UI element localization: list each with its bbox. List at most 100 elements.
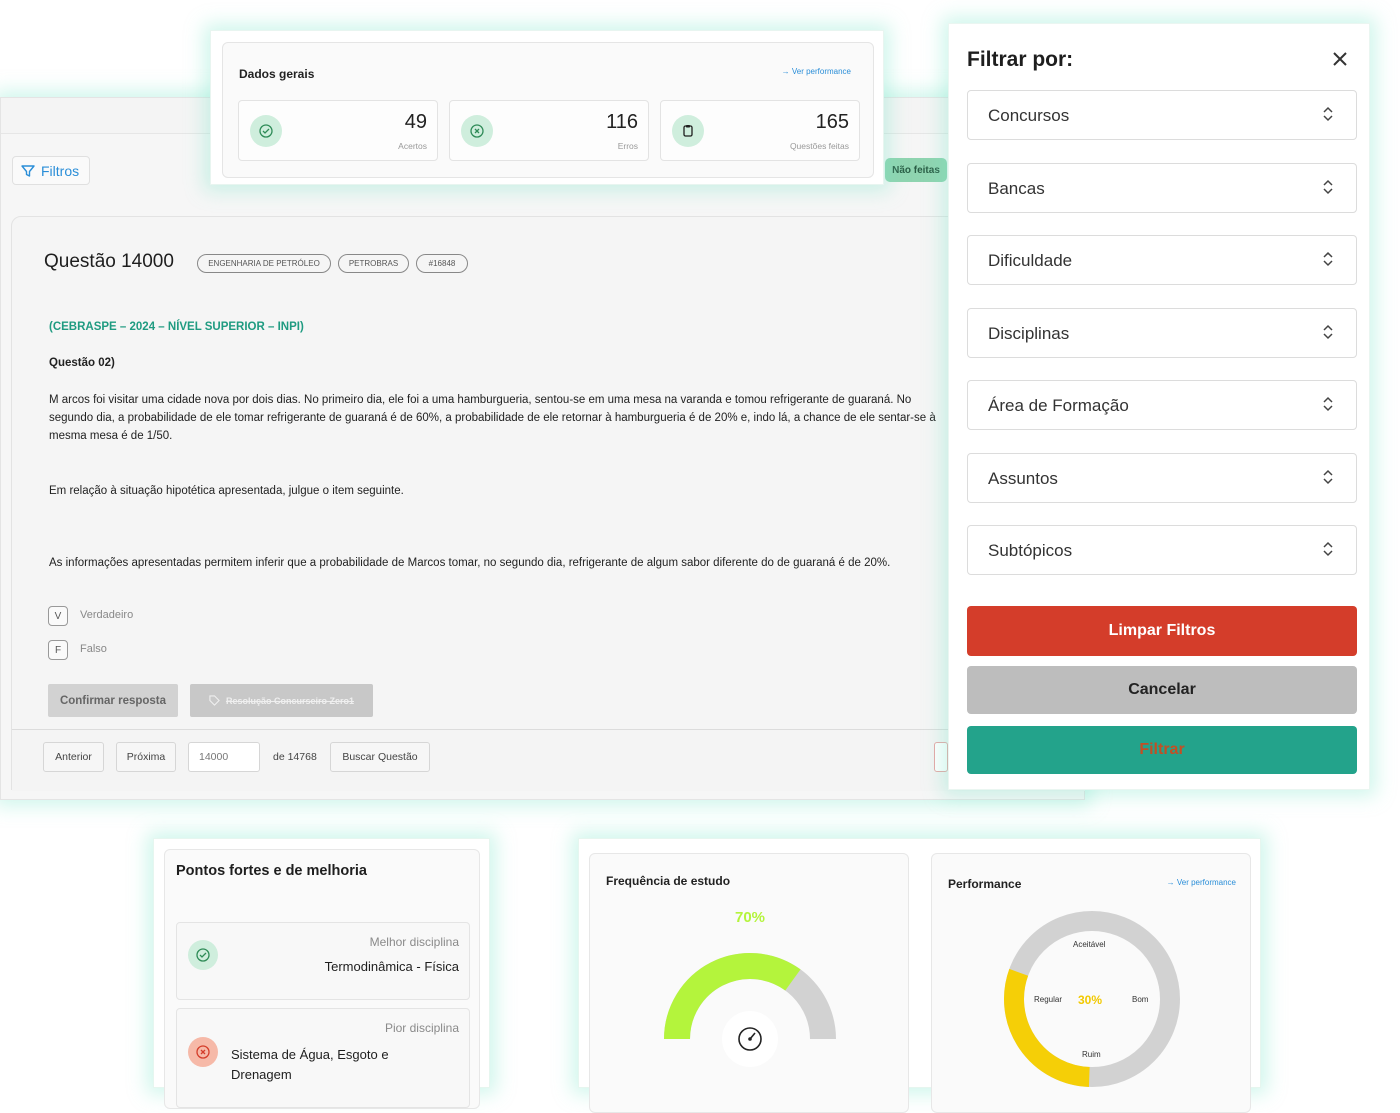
- best-discipline-box: Melhor disciplina Termodinâmica - Física: [176, 922, 470, 1000]
- filter-select-label: Dificuldade: [988, 251, 1073, 270]
- view-performance-link[interactable]: → Ver performance: [782, 67, 851, 76]
- question-tag-area: ENGENHARIA DE PETRÓLEO: [197, 254, 331, 273]
- filter-select[interactable]: Concursos: [967, 90, 1357, 140]
- chevron-up-down-icon: [1323, 396, 1333, 412]
- strengths-window: Pontos fortes e de melhoria Melhor disci…: [153, 838, 490, 1109]
- option-false-box[interactable]: F: [48, 640, 68, 660]
- filter-select-label: Bancas: [988, 178, 1045, 198]
- best-discipline-caption: Melhor disciplina: [369, 935, 459, 949]
- performance-label-bottom: Ruim: [1082, 1050, 1101, 1059]
- question-source: (CEBRASPE – 2024 – NÍVEL SUPERIOR – INPI…: [49, 321, 304, 333]
- question-number-input[interactable]: [188, 742, 260, 772]
- question-title: Questão 14000: [44, 251, 174, 272]
- tag-icon: [209, 695, 220, 706]
- cancel-button[interactable]: Cancelar: [967, 666, 1357, 714]
- filter-select[interactable]: Área de Formação: [967, 380, 1357, 430]
- stat-total-value: 165: [815, 111, 849, 133]
- worst-discipline-name: Sistema de Água, Esgoto e Drenagem: [231, 1047, 389, 1082]
- general-data-card: Dados gerais → Ver performance 49 Acerto…: [222, 42, 874, 178]
- next-button[interactable]: Próxima: [116, 742, 176, 772]
- clipboard-icon: [672, 115, 704, 147]
- option-false-label[interactable]: Falso: [80, 643, 107, 655]
- funnel-icon: [21, 164, 35, 177]
- study-frequency-title: Frequência de estudo: [606, 874, 731, 888]
- stat-correct: 49 Acertos: [238, 100, 438, 161]
- donut-fill: [1004, 968, 1090, 1087]
- clear-filters-button[interactable]: Limpar Filtros: [967, 606, 1357, 656]
- question-tag-id: #16848: [416, 254, 468, 273]
- not-done-filter-badge[interactable]: Não feitas: [885, 158, 947, 182]
- chevron-up-down-icon: [1323, 469, 1333, 484]
- chevron-up-down-icon: [1323, 106, 1333, 122]
- general-data-window: Dados gerais → Ver performance 49 Acerto…: [210, 30, 884, 185]
- filter-select[interactable]: Disciplinas: [967, 307, 1357, 358]
- filter-select-label: Disciplinas: [988, 323, 1070, 343]
- strengths-card: Pontos fortes e de melhoria Melhor disci…: [164, 849, 480, 1109]
- study-stats-window: Frequência de estudo 70% Performance → V…: [578, 838, 1261, 1113]
- general-data-title: Dados gerais: [239, 67, 315, 81]
- arrow-right-icon: →: [781, 67, 790, 76]
- question-navigation: Anterior Próxima de 14768 Buscar Questão: [12, 729, 1085, 791]
- question-tag-institution: PETROBRAS: [338, 254, 409, 273]
- filter-select-label: Concursos: [988, 106, 1070, 125]
- option-true-label[interactable]: Verdadeiro: [80, 609, 133, 621]
- chevron-up-down-icon: [1323, 541, 1333, 557]
- stat-errors-value: 116: [606, 111, 638, 133]
- search-question-button[interactable]: Buscar Questão: [330, 742, 430, 772]
- chevron-up-down-icon: [1323, 251, 1333, 267]
- performance-percent: 30%: [1078, 993, 1103, 1007]
- filter-panel: Filtrar por: Limpar Filtros Cancelar Fil…: [948, 23, 1370, 790]
- view-performance-label: Ver performance: [1176, 878, 1236, 887]
- x-circle-icon: [461, 115, 493, 147]
- chevron-up-down-icon: [1323, 324, 1333, 339]
- performance-title: Performance: [948, 877, 1022, 891]
- apply-filter-button[interactable]: Filtrar: [967, 726, 1357, 774]
- filter-select[interactable]: Assuntos: [967, 452, 1357, 503]
- arrow-right-icon: →: [1166, 878, 1175, 887]
- report-icon[interactable]: [934, 742, 948, 772]
- stat-errors: 116 Erros: [449, 100, 649, 161]
- question-window: Filtros Não feitas Questão 14000 ENGENHA…: [0, 97, 1086, 800]
- confirm-answer-button[interactable]: Confirmar resposta: [48, 684, 178, 717]
- view-performance-label: Ver performance: [791, 67, 851, 76]
- filters-button[interactable]: Filtros: [12, 156, 90, 185]
- filter-select[interactable]: Dificuldade: [967, 235, 1357, 285]
- stat-errors-label: Erros: [617, 141, 638, 151]
- filter-select[interactable]: Subtópicos: [967, 525, 1357, 575]
- study-frequency-card: Frequência de estudo 70%: [589, 853, 909, 1113]
- performance-label-right: Bom: [1132, 995, 1149, 1004]
- filter-select-label: Subtópicos: [988, 541, 1073, 560]
- close-icon[interactable]: [1327, 46, 1353, 72]
- question-card: Questão 14000 ENGENHARIA DE PETRÓLEO PET…: [11, 216, 1086, 791]
- question-item: As informações apresentadas permitem inf…: [49, 557, 891, 569]
- question-number-label: Questão 02): [49, 357, 115, 369]
- performance-card: Performance → Ver performance Aceitável …: [931, 853, 1251, 1113]
- filter-select[interactable]: Bancas: [967, 162, 1357, 213]
- worst-discipline-box: Pior disciplina Sistema de Água, Esgoto …: [176, 1008, 470, 1108]
- filter-select-label: Assuntos: [988, 468, 1058, 488]
- stat-correct-label: Acertos: [398, 141, 427, 151]
- resolution-button[interactable]: Resolução Concurseiro Zero1: [190, 684, 373, 717]
- question-total: de 14768: [273, 751, 317, 763]
- question-instruction: Em relação à situação hipotética apresen…: [49, 485, 404, 497]
- worst-discipline-caption: Pior disciplina: [384, 1021, 459, 1035]
- study-frequency-percent: 70%: [734, 909, 766, 926]
- check-circle-icon: [250, 115, 282, 147]
- study-frequency-gauge: [664, 953, 836, 1067]
- question-statement: M arcos foi visitar uma cidade nova por …: [49, 394, 936, 442]
- stat-correct-value: 49: [404, 111, 427, 133]
- x-circle-icon: [188, 1037, 218, 1067]
- performance-label-left: Regular: [1034, 995, 1063, 1004]
- best-discipline-name: Termodinâmica - Física: [324, 959, 459, 974]
- filter-select-label: Área de Formação: [988, 396, 1129, 415]
- view-performance-link[interactable]: → Ver performance: [1167, 878, 1236, 887]
- stat-total-label: Questões feitas: [789, 141, 849, 151]
- chevron-up-down-icon: [1323, 179, 1333, 194]
- check-circle-icon: [188, 940, 218, 970]
- filters-button-label: Filtros: [41, 162, 80, 179]
- performance-label-top: Aceitável: [1073, 940, 1106, 949]
- option-true-box[interactable]: V: [48, 606, 68, 626]
- filter-panel-title: Filtrar por:: [967, 48, 1074, 71]
- strengths-title: Pontos fortes e de melhoria: [176, 863, 367, 879]
- previous-button[interactable]: Anterior: [43, 742, 104, 772]
